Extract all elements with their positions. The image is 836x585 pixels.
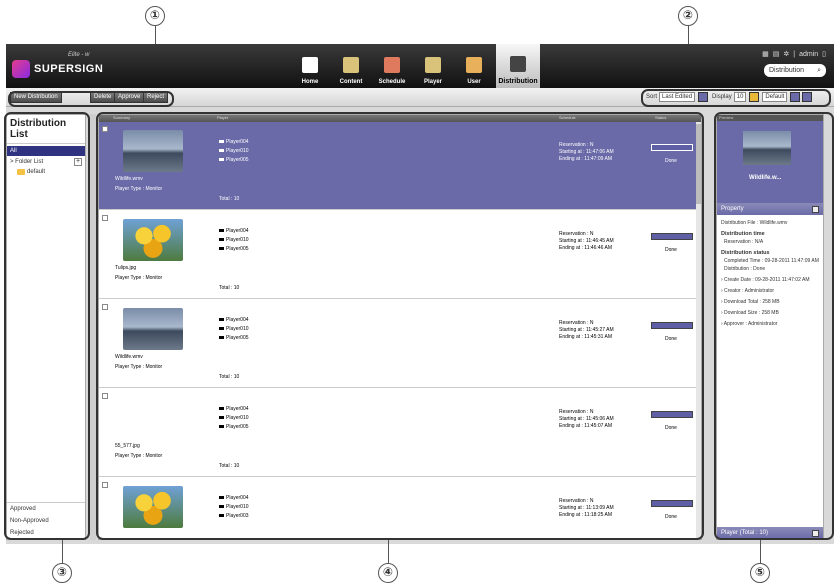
header-icons: ▦ ▤ ✲ | admin ▯ xyxy=(758,50,826,59)
callout-1: ① xyxy=(145,6,165,26)
app-header: SUPERSIGN Elite - w Home Content Schedule P… xyxy=(6,44,834,88)
callout-3-leader xyxy=(62,540,63,564)
menu-search-value: Distribution xyxy=(769,67,805,74)
layout-icon[interactable]: ▤ xyxy=(773,50,780,58)
nav-distribution[interactable]: Distribution xyxy=(496,44,540,88)
callout-1-box xyxy=(8,91,174,107)
callout-5-leader xyxy=(760,540,761,564)
header-right: ▦ ▤ ✲ | admin ▯ Distribution ⌕ xyxy=(758,50,826,77)
nav-label: Distribution xyxy=(498,78,538,85)
schedule-icon xyxy=(384,57,400,73)
nav-content[interactable]: Content xyxy=(332,44,370,88)
distribution-icon xyxy=(510,56,526,72)
callout-2: ② xyxy=(678,6,698,26)
nav-home[interactable]: Home xyxy=(291,44,329,88)
callout-4-box xyxy=(96,112,704,540)
callout-3: ③ xyxy=(52,563,72,583)
user-name[interactable]: admin xyxy=(799,51,818,58)
callout-4-leader xyxy=(388,540,389,564)
nav-label: Home xyxy=(301,79,319,85)
gear-icon[interactable]: ✲ xyxy=(783,50,789,58)
nav-label: Schedule xyxy=(378,79,406,85)
callout-3-box xyxy=(4,112,90,540)
manual-figure: ① ② SUPERSIGN Elite - w Home Content Sched… xyxy=(0,0,836,585)
search-icon[interactable]: ⌕ xyxy=(817,67,821,75)
nav-label: Player xyxy=(423,79,442,85)
main-nav: Home Content Schedule Player User Distributio… xyxy=(291,44,543,88)
logo-subtext: Elite - w xyxy=(68,52,90,58)
user-icon xyxy=(466,57,482,73)
nav-player[interactable]: Player xyxy=(414,44,452,88)
header-separator: | xyxy=(793,50,796,58)
logo-mark-icon xyxy=(12,60,30,78)
callout-4: ④ xyxy=(378,563,398,583)
nav-label: Content xyxy=(339,79,363,85)
callout-2-box xyxy=(641,89,831,107)
callout-5: ⑤ xyxy=(750,563,770,583)
logout-icon[interactable]: ▯ xyxy=(822,50,826,58)
nav-user[interactable]: User xyxy=(455,44,493,88)
player-icon xyxy=(425,57,441,73)
grid-icon[interactable]: ▦ xyxy=(762,50,769,58)
content-icon xyxy=(343,57,359,73)
supersign-logo: SUPERSIGN Elite - w xyxy=(12,52,104,80)
menu-search-input[interactable]: Distribution ⌕ xyxy=(764,64,826,77)
home-icon xyxy=(302,57,318,73)
logo-text: SUPERSIGN xyxy=(34,63,104,75)
nav-schedule[interactable]: Schedule xyxy=(373,44,411,88)
nav-label: User xyxy=(467,79,481,85)
callout-5-box xyxy=(714,112,834,540)
